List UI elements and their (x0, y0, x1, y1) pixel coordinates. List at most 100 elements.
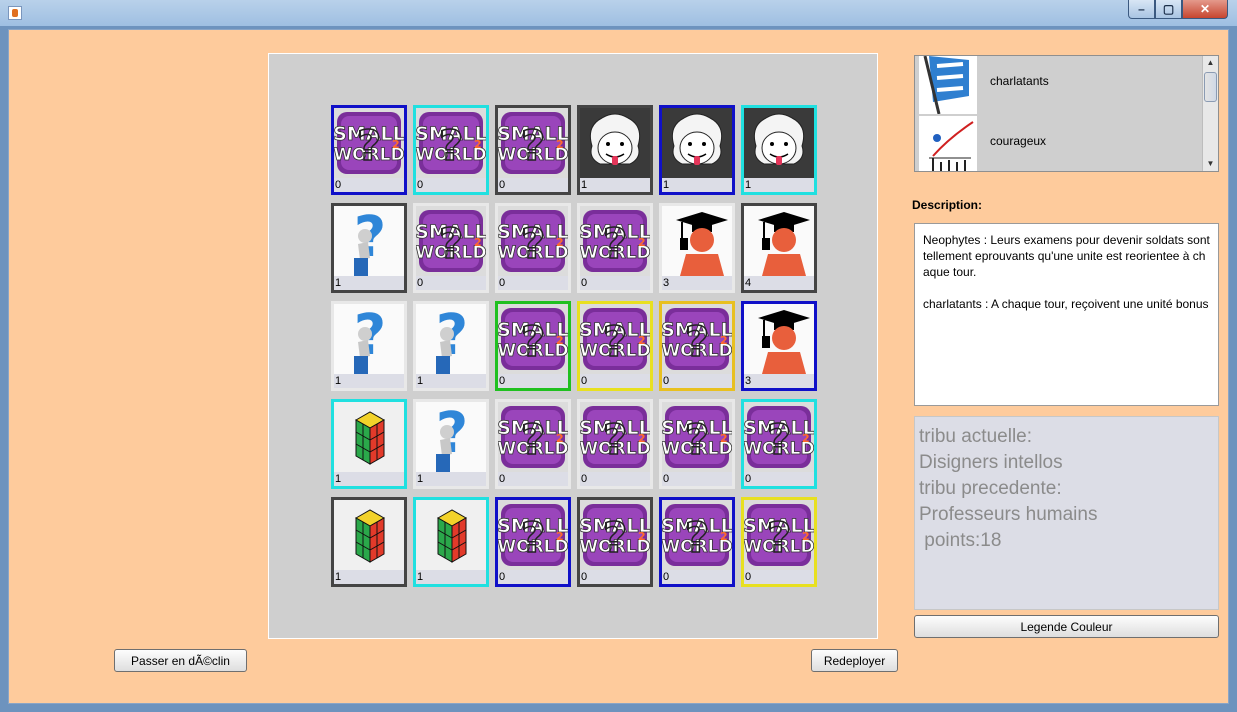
description-text-area[interactable]: Neophytes : Leurs examens pour devenir s… (914, 223, 1219, 406)
unit-count: 1 (580, 178, 650, 192)
description-label: Description: (912, 198, 983, 212)
unit-count: 1 (334, 276, 404, 290)
svg-text:?: ? (685, 415, 709, 464)
board-cell[interactable]: SMALL WORLD? 2 0 (577, 399, 653, 489)
board-cell[interactable]: SMALL WORLD? 2 0 (659, 301, 735, 391)
unit-count: 1 (334, 472, 404, 486)
unit-count: 1 (416, 374, 486, 388)
board-cell[interactable]: 4 (741, 203, 817, 293)
tribe-list-item[interactable]: charlatants (917, 56, 1202, 115)
unit-count: 0 (416, 178, 486, 192)
redeploy-button[interactable]: Redeployer (811, 649, 898, 672)
unit-count: 0 (498, 178, 568, 192)
board-cell[interactable]: 1 (331, 497, 407, 587)
unit-count: 0 (416, 276, 486, 290)
board-cell[interactable]: SMALL WORLD? 2 0 (577, 301, 653, 391)
status-line: Professeurs humains (919, 504, 1098, 525)
close-button[interactable]: ✕ (1182, 0, 1228, 19)
tribe-list-item[interactable]: courageux (917, 116, 1202, 171)
board-cell[interactable]: ?1 (413, 399, 489, 489)
board-cell[interactable]: ?1 (413, 301, 489, 391)
svg-text:?: ? (767, 513, 791, 562)
game-board: SMALL WORLD? 2 0 SMALL WORLD? 2 0 SMALL WORLD? 2 0 1… (268, 53, 878, 639)
tribe-list-scrollbar[interactable]: ▲ ▼ (1202, 56, 1218, 171)
board-cell[interactable]: 1 (331, 399, 407, 489)
svg-text:2: 2 (638, 432, 646, 445)
scroll-down-icon[interactable]: ▼ (1203, 157, 1218, 171)
svg-text:?: ? (603, 317, 627, 366)
board-cell[interactable]: SMALL WORLD? 2 0 (659, 399, 735, 489)
board-cell[interactable]: SMALL WORLD? 2 0 (659, 497, 735, 587)
unit-count: 0 (498, 374, 568, 388)
svg-text:2: 2 (392, 138, 400, 151)
board-cell[interactable]: ?1 (331, 203, 407, 293)
unit-count: 0 (580, 276, 650, 290)
tribe-status-panel: tribu actuelle: Disigners intellos tribu… (914, 416, 1219, 610)
svg-text:?: ? (521, 219, 545, 268)
unit-count: 0 (580, 570, 650, 584)
board-cell[interactable]: SMALL WORLD? 2 0 (413, 203, 489, 293)
status-line: points:18 (919, 530, 1002, 551)
unit-count: 0 (580, 374, 650, 388)
board-cell[interactable]: 1 (577, 105, 653, 195)
board-cell[interactable]: SMALL WORLD? 2 0 (495, 399, 571, 489)
unit-count: 0 (498, 472, 568, 486)
svg-text:2: 2 (556, 530, 564, 543)
board-cell[interactable]: SMALL WORLD? 2 0 (495, 497, 571, 587)
status-line: tribu actuelle: (919, 426, 1033, 447)
svg-text:2: 2 (720, 432, 728, 445)
unit-count: 1 (334, 374, 404, 388)
svg-text:?: ? (521, 121, 545, 170)
board-cell[interactable]: SMALL WORLD? 2 0 (413, 105, 489, 195)
board-cell[interactable]: SMALL WORLD? 2 0 (331, 105, 407, 195)
board-cell[interactable]: 1 (413, 497, 489, 587)
svg-text:?: ? (767, 415, 791, 464)
svg-text:2: 2 (638, 236, 646, 249)
svg-text:2: 2 (474, 236, 482, 249)
svg-text:2: 2 (720, 530, 728, 543)
svg-text:2: 2 (638, 530, 646, 543)
description-paragraph: Neophytes : Leurs examens pour devenir s… (923, 233, 1210, 279)
chart-icon (919, 116, 977, 171)
svg-text:2: 2 (720, 334, 728, 347)
java-app-icon (8, 6, 22, 20)
unit-count: 4 (744, 276, 814, 290)
svg-text:?: ? (439, 219, 463, 268)
tribe-list[interactable]: charlatants courageux ▲ ▼ (914, 55, 1219, 172)
svg-text:2: 2 (556, 334, 564, 347)
board-cell[interactable]: SMALL WORLD? 2 0 (495, 105, 571, 195)
board-cell[interactable]: ?1 (331, 301, 407, 391)
scroll-thumb[interactable] (1204, 72, 1217, 102)
unit-count: 0 (334, 178, 404, 192)
unit-count: 0 (498, 276, 568, 290)
unit-count: 1 (416, 472, 486, 486)
board-cell[interactable]: SMALL WORLD? 2 0 (495, 203, 571, 293)
window-titlebar: – ▢ ✕ (0, 0, 1237, 26)
board-cell[interactable]: SMALL WORLD? 2 0 (577, 203, 653, 293)
status-line: tribu precedente: (919, 478, 1062, 499)
tribe-label: courageux (990, 134, 1047, 148)
board-cell[interactable]: 3 (659, 203, 735, 293)
legend-color-button[interactable]: Legende Couleur (914, 615, 1219, 638)
scroll-up-icon[interactable]: ▲ (1203, 56, 1218, 70)
unit-count: 0 (662, 374, 732, 388)
board-cell[interactable]: SMALL WORLD? 2 0 (495, 301, 571, 391)
svg-text:?: ? (603, 513, 627, 562)
tribe-label: charlatants (990, 74, 1049, 88)
unit-count: 0 (580, 472, 650, 486)
svg-text:2: 2 (556, 236, 564, 249)
svg-text:?: ? (439, 121, 463, 170)
board-cell[interactable]: SMALL WORLD? 2 0 (577, 497, 653, 587)
svg-text:?: ? (521, 317, 545, 366)
unit-count: 1 (744, 178, 814, 192)
board-cell[interactable]: 1 (659, 105, 735, 195)
board-cell[interactable]: 3 (741, 301, 817, 391)
decline-button[interactable]: Passer en dÃ©clin (114, 649, 247, 672)
maximize-button[interactable]: ▢ (1155, 0, 1182, 19)
board-cell[interactable]: SMALL WORLD? 2 0 (741, 497, 817, 587)
unit-count: 0 (744, 472, 814, 486)
board-cell[interactable]: 1 (741, 105, 817, 195)
unit-count: 1 (662, 178, 732, 192)
board-cell[interactable]: SMALL WORLD? 2 0 (741, 399, 817, 489)
minimize-button[interactable]: – (1128, 0, 1155, 19)
